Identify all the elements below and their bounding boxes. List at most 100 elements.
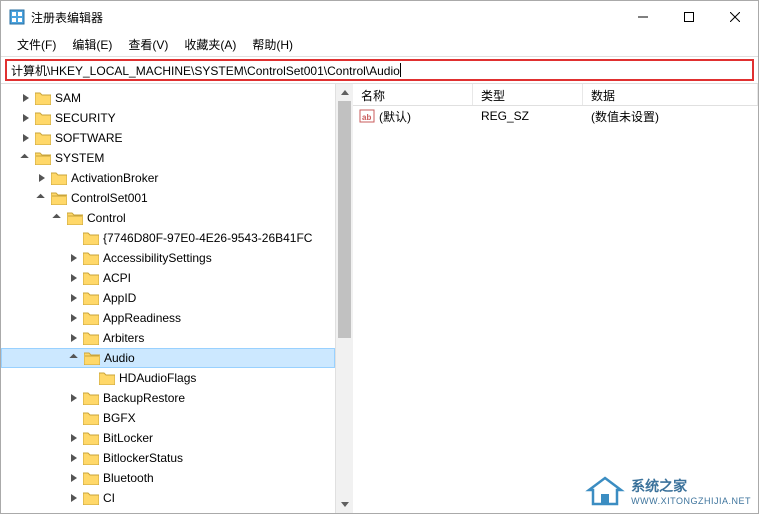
value-data: (数值未设置): [583, 108, 758, 125]
chevron-none: [67, 411, 81, 425]
tree-item-activationbroker[interactable]: ActivationBroker: [1, 168, 335, 188]
tree-item-bitlockerstatus[interactable]: BitlockerStatus: [1, 448, 335, 468]
text-caret: [400, 63, 401, 77]
tree-item-bgfx[interactable]: BGFX: [1, 408, 335, 428]
watermark: 系统之家 WWW.XITONGZHIJIA.NET: [585, 474, 751, 508]
tree-label: SOFTWARE: [55, 131, 123, 145]
tree-item-bluetooth[interactable]: Bluetooth: [1, 468, 335, 488]
chevron-right-icon[interactable]: [67, 451, 81, 465]
menu-favorites[interactable]: 收藏夹(A): [176, 33, 244, 56]
watermark-title: 系统之家: [631, 476, 751, 496]
tree-item-accessibility[interactable]: AccessibilitySettings: [1, 248, 335, 268]
tree-label: Audio: [104, 351, 135, 365]
chevron-right-icon[interactable]: [35, 171, 49, 185]
chevron-right-icon[interactable]: [67, 311, 81, 325]
address-bar[interactable]: 计算机\HKEY_LOCAL_MACHINE\SYSTEM\ControlSet…: [5, 59, 754, 81]
column-data[interactable]: 数据: [583, 84, 758, 105]
scrollbar-thumb[interactable]: [338, 101, 351, 338]
chevron-down-icon[interactable]: [35, 191, 49, 205]
chevron-right-icon[interactable]: [67, 331, 81, 345]
folder-icon: [51, 171, 67, 185]
menu-file[interactable]: 文件(F): [9, 33, 64, 56]
chevron-none: [67, 231, 81, 245]
tree-item-security[interactable]: SECURITY: [1, 108, 335, 128]
menu-help[interactable]: 帮助(H): [244, 33, 301, 56]
tree-label: ControlSet001: [71, 191, 148, 205]
tree-item-hdaudioflags[interactable]: HDAudioFlags: [1, 368, 335, 388]
tree-label: AccessibilitySettings: [103, 251, 212, 265]
folder-icon: [83, 291, 99, 305]
tree-item-sam[interactable]: SAM: [1, 88, 335, 108]
tree-label: SYSTEM: [55, 151, 104, 165]
list-header: 名称 类型 数据: [353, 84, 758, 106]
column-type[interactable]: 类型: [473, 84, 583, 105]
tree-item-guid[interactable]: {7746D80F-97E0-4E26-9543-26B41FC: [1, 228, 335, 248]
tree-label: ActivationBroker: [71, 171, 158, 185]
tree-label: HDAudioFlags: [119, 371, 196, 385]
folder-icon: [83, 411, 99, 425]
column-name[interactable]: 名称: [353, 84, 473, 105]
tree-item-backuprestore[interactable]: BackupRestore: [1, 388, 335, 408]
tree-item-acpi[interactable]: ACPI: [1, 268, 335, 288]
chevron-right-icon[interactable]: [67, 291, 81, 305]
app-icon: [9, 9, 25, 25]
folder-icon: [83, 231, 99, 245]
menu-view[interactable]: 查看(V): [120, 33, 176, 56]
tree-item-ci[interactable]: CI: [1, 488, 335, 508]
tree-item-bitlocker[interactable]: BitLocker: [1, 428, 335, 448]
svg-text:ab: ab: [362, 113, 371, 122]
tree-label: Arbiters: [103, 331, 144, 345]
scrollbar-up-button[interactable]: [336, 84, 353, 101]
chevron-right-icon[interactable]: [19, 131, 33, 145]
tree-label: BGFX: [103, 411, 136, 425]
value-name: (默认): [379, 108, 411, 125]
chevron-down-icon[interactable]: [68, 351, 82, 365]
minimize-button[interactable]: [620, 1, 666, 33]
menubar: 文件(F) 编辑(E) 查看(V) 收藏夹(A) 帮助(H): [1, 33, 758, 57]
chevron-right-icon[interactable]: [67, 471, 81, 485]
tree-item-arbiters[interactable]: Arbiters: [1, 328, 335, 348]
folder-icon: [83, 311, 99, 325]
minimize-icon: [638, 12, 648, 22]
content-area: SAM SECURITY SOFTWARE SYSTEM ActivationB…: [1, 83, 758, 513]
chevron-down-icon[interactable]: [51, 211, 65, 225]
chevron-right-icon[interactable]: [67, 391, 81, 405]
tree-label: Bluetooth: [103, 471, 154, 485]
tree-scrollbar[interactable]: [336, 84, 353, 513]
tree-item-controlset001[interactable]: ControlSet001: [1, 188, 335, 208]
window-controls: [620, 1, 758, 33]
tree-view[interactable]: SAM SECURITY SOFTWARE SYSTEM ActivationB…: [1, 84, 336, 513]
chevron-down-icon[interactable]: [19, 151, 33, 165]
tree-label: SAM: [55, 91, 81, 105]
chevron-right-icon[interactable]: [67, 431, 81, 445]
list-item-default[interactable]: ab (默认) REG_SZ (数值未设置): [353, 106, 758, 126]
tree-item-appid[interactable]: AppID: [1, 288, 335, 308]
folder-icon: [83, 431, 99, 445]
scrollbar-down-button[interactable]: [336, 496, 353, 513]
tree-item-system[interactable]: SYSTEM: [1, 148, 335, 168]
tree-item-control[interactable]: Control: [1, 208, 335, 228]
folder-open-icon: [51, 191, 67, 205]
tree-label: BitlockerStatus: [103, 451, 183, 465]
maximize-button[interactable]: [666, 1, 712, 33]
tree-item-appreadiness[interactable]: AppReadiness: [1, 308, 335, 328]
tree-item-software[interactable]: SOFTWARE: [1, 128, 335, 148]
watermark-logo-icon: [585, 474, 625, 508]
menu-edit[interactable]: 编辑(E): [64, 33, 120, 56]
values-list[interactable]: 名称 类型 数据 ab (默认) REG_SZ (数值未设置): [353, 84, 758, 513]
chevron-right-icon[interactable]: [67, 251, 81, 265]
scrollbar-track[interactable]: [336, 101, 353, 496]
watermark-text: 系统之家 WWW.XITONGZHIJIA.NET: [631, 476, 751, 506]
chevron-none: [83, 371, 97, 385]
chevron-right-icon[interactable]: [19, 91, 33, 105]
chevron-right-icon[interactable]: [67, 271, 81, 285]
watermark-url: WWW.XITONGZHIJIA.NET: [631, 496, 751, 506]
tree-label: BackupRestore: [103, 391, 185, 405]
chevron-right-icon[interactable]: [19, 111, 33, 125]
registry-editor-window: 注册表编辑器 文件(F) 编辑(E) 查看(V) 收藏夹(A) 帮助(H) 计算…: [0, 0, 759, 514]
tree-label: {7746D80F-97E0-4E26-9543-26B41FC: [103, 231, 312, 245]
tree-item-audio[interactable]: Audio: [1, 348, 335, 368]
close-button[interactable]: [712, 1, 758, 33]
chevron-right-icon[interactable]: [67, 491, 81, 505]
tree-label: BitLocker: [103, 431, 153, 445]
